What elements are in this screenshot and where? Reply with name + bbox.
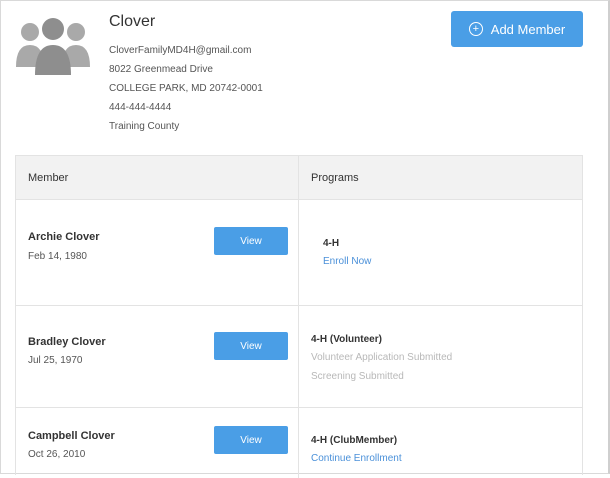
family-address-line1: 8022 Greenmead Drive — [109, 64, 213, 75]
volunteer-application-status: Volunteer Application Submitted — [311, 352, 453, 363]
family-email: CloverFamilyMD4H@gmail.com — [109, 45, 252, 56]
member-dob: Oct 26, 2010 — [28, 449, 86, 460]
family-group-icon — [16, 18, 90, 75]
members-table: Member Programs Archie Clover Feb 14, 19… — [15, 155, 583, 478]
member-name: Bradley Clover — [28, 336, 106, 348]
screening-status: Screening Submitted — [311, 371, 404, 382]
continue-enrollment-link[interactable]: Continue Enrollment — [311, 453, 402, 464]
table-row: Bradley Clover Jul 25, 1970 View 4-H (Vo… — [16, 306, 582, 408]
family-panel: Clover CloverFamilyMD4H@gmail.com 8022 G… — [0, 0, 610, 478]
family-contact: CloverFamilyMD4H@gmail.com 8022 Greenmea… — [109, 41, 263, 136]
add-member-button[interactable]: + Add Member — [451, 11, 583, 47]
view-button[interactable]: View — [214, 332, 288, 360]
enroll-now-link[interactable]: Enroll Now — [323, 256, 371, 267]
member-dob: Feb 14, 1980 — [28, 251, 87, 262]
member-dob: Jul 25, 1970 — [28, 355, 83, 366]
table-row: Archie Clover Feb 14, 1980 View 4-H Enro… — [16, 200, 582, 306]
plus-circle-icon: + — [468, 22, 483, 36]
family-address-line2: COLLEGE PARK, MD 20742-0001 — [109, 83, 263, 94]
member-cell: Bradley Clover Jul 25, 1970 View — [16, 306, 299, 407]
programs-cell: 4-H (Volunteer) Volunteer Application Su… — [299, 306, 582, 407]
header-programs: Programs — [311, 172, 359, 184]
table-header: Member Programs — [16, 156, 582, 200]
table-row: Campbell Clover Oct 26, 2010 View 4-H (C… — [16, 408, 582, 478]
programs-cell: 4-H Enroll Now — [299, 200, 582, 305]
program-name: 4-H — [323, 238, 340, 249]
member-cell: Archie Clover Feb 14, 1980 View — [16, 200, 299, 305]
member-name: Campbell Clover — [28, 430, 115, 442]
program-name: 4-H (ClubMember) — [311, 435, 398, 446]
add-member-label: Add Member — [490, 21, 566, 37]
family-county: Training County — [109, 121, 180, 132]
header-member: Member — [16, 156, 299, 199]
member-name: Archie Clover — [28, 231, 100, 243]
program-name: 4-H (Volunteer) — [311, 334, 382, 345]
view-button[interactable]: View — [214, 426, 288, 454]
programs-cell: 4-H (ClubMember) Continue Enrollment — [299, 408, 582, 478]
member-cell: Campbell Clover Oct 26, 2010 View — [16, 408, 299, 478]
family-phone: 444-444-4444 — [109, 102, 172, 113]
family-name: Clover — [109, 13, 156, 30]
view-button[interactable]: View — [214, 227, 288, 255]
